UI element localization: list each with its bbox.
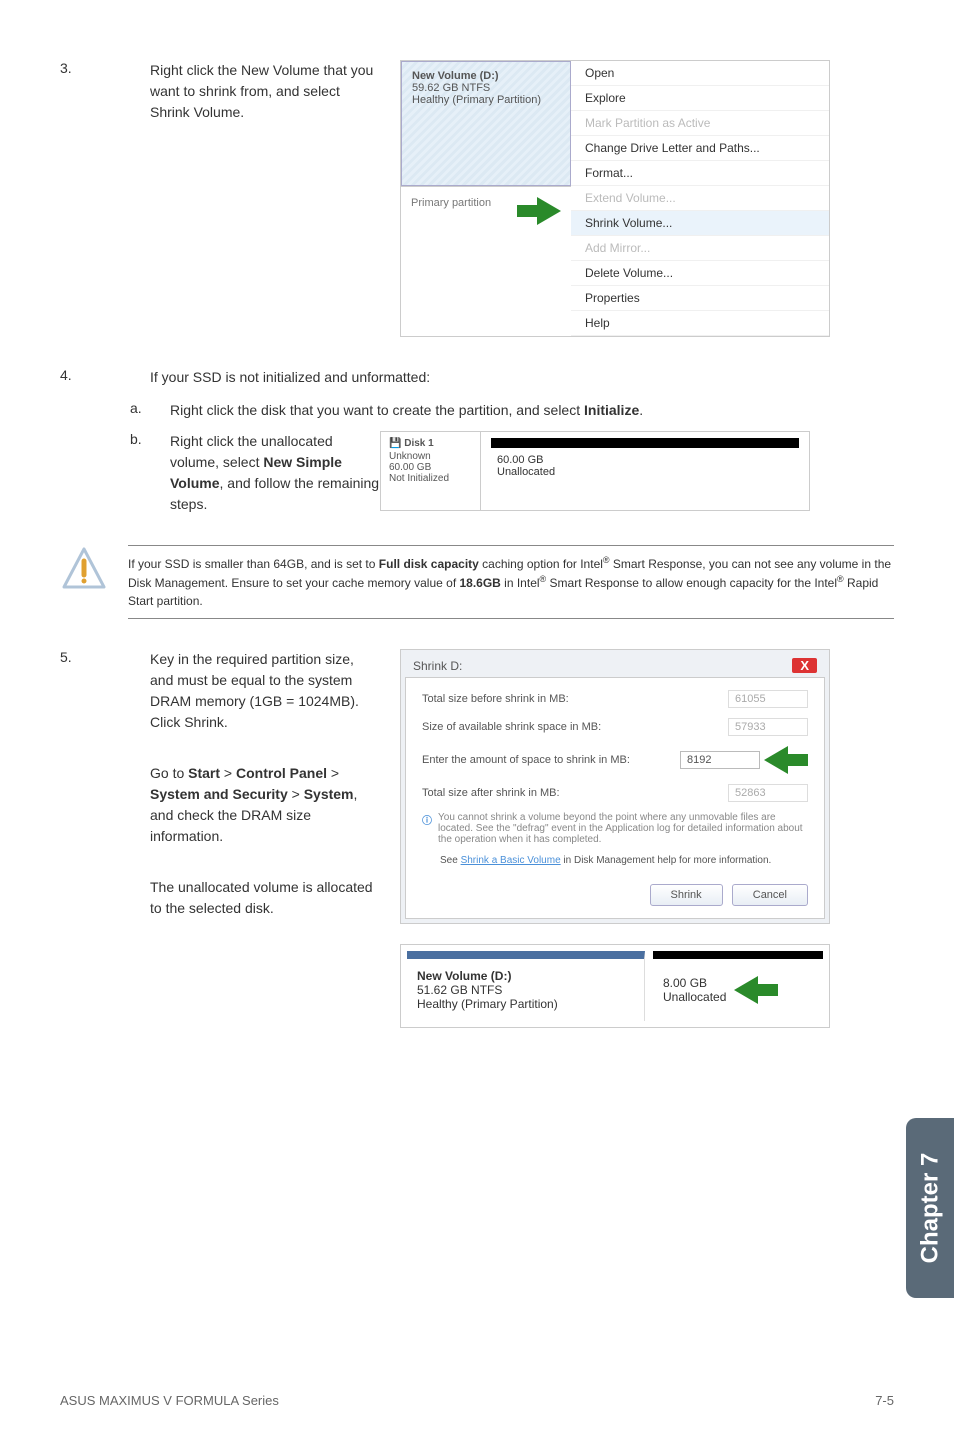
disk-info-panel: 💾 Disk 1 Unknown 60.00 GB Not Initialize… <box>381 432 481 510</box>
step-4b-text: Right click the unallocated volume, sele… <box>170 431 380 515</box>
green-arrow-left-icon <box>734 976 778 1004</box>
shrink-info-text: ⓘ You cannot shrink a volume beyond the … <box>422 812 808 845</box>
green-arrow-left-icon <box>764 746 808 774</box>
shrink-row-available: Size of available shrink space in MB: 57… <box>422 718 808 736</box>
volume-size: 59.62 GB NTFS <box>412 82 560 94</box>
close-icon[interactable]: X <box>792 658 817 673</box>
menu-delete[interactable]: Delete Volume... <box>571 261 829 286</box>
shrink-help-link-line: See Shrink a Basic Volume in Disk Manage… <box>440 855 808 866</box>
step-4a-letter: a. <box>130 400 170 421</box>
step-5-goto: Go to Start > Control Panel > System and… <box>150 763 380 847</box>
step-4a-text: Right click the disk that you want to cr… <box>170 400 643 421</box>
menu-extend: Extend Volume... <box>571 186 829 211</box>
volume-title: New Volume (D:) <box>412 70 560 82</box>
menu-mark-active: Mark Partition as Active <box>571 111 829 136</box>
shrink-amount-input[interactable]: 8192 <box>680 751 760 769</box>
context-menu-bottom: Extend Volume... Shrink Volume... Add Mi… <box>571 186 829 336</box>
volume-status: Healthy (Primary Partition) <box>412 94 560 106</box>
step-4-text: If your SSD is not initialized and unfor… <box>150 367 430 388</box>
result-partition-screenshot: New Volume (D:) 51.62 GB NTFS Healthy (P… <box>400 944 830 1028</box>
shrink-dialog-titlebar: Shrink D: X <box>405 654 825 677</box>
shrink-dialog-screenshot: Shrink D: X Total size before shrink in … <box>400 649 830 924</box>
footer-page-number: 7-5 <box>875 1393 894 1408</box>
menu-properties[interactable]: Properties <box>571 286 829 311</box>
step-5-number: 5. <box>60 649 100 1028</box>
shrink-button[interactable]: Shrink <box>650 884 723 906</box>
result-unallocated-panel: 8.00 GB Unallocated <box>653 951 823 1021</box>
footer-product: ASUS MAXIMUS V FORMULA Series <box>60 1393 279 1408</box>
shrink-row-total-before: Total size before shrink in MB: 61055 <box>422 690 808 708</box>
disk-icon: 💾 Disk 1 <box>389 438 472 449</box>
step-5-unalloc: The unallocated volume is allocated to t… <box>150 877 380 919</box>
step-5-text: Key in the required partition size, and … <box>150 649 380 733</box>
selected-volume-box: New Volume (D:) 59.62 GB NTFS Healthy (P… <box>401 61 571 186</box>
step-3-number: 3. <box>60 60 100 337</box>
primary-partition-label: Primary partition <box>401 186 571 336</box>
green-arrow-right-icon <box>517 197 561 225</box>
unallocated-panel: 60.00 GB Unallocated <box>491 438 799 504</box>
shrink-row-input: Enter the amount of space to shrink in M… <box>422 746 808 774</box>
step-3-text: Right click the New Volume that you want… <box>150 60 380 337</box>
context-menu: Open Explore Mark Partition as Active Ch… <box>571 61 829 186</box>
menu-help[interactable]: Help <box>571 311 829 336</box>
menu-shrink[interactable]: Shrink Volume... <box>571 211 829 236</box>
chapter-tab: Chapter 7 <box>906 1118 954 1298</box>
cancel-button[interactable]: Cancel <box>732 884 808 906</box>
step-4-number: 4. <box>60 367 100 388</box>
caution-icon <box>60 545 108 596</box>
info-icon: ⓘ <box>422 812 432 845</box>
caution-note: If your SSD is smaller than 64GB, and is… <box>60 545 894 619</box>
shrink-row-total-after: Total size after shrink in MB: 52863 <box>422 784 808 802</box>
menu-open[interactable]: Open <box>571 61 829 86</box>
menu-add-mirror: Add Mirror... <box>571 236 829 261</box>
caution-text: If your SSD is smaller than 64GB, and is… <box>128 545 894 619</box>
menu-explore[interactable]: Explore <box>571 86 829 111</box>
shrink-help-link[interactable]: Shrink a Basic Volume <box>461 855 561 866</box>
step-4b-letter: b. <box>130 431 170 515</box>
disk-mgmt-screenshot: 💾 Disk 1 Unknown 60.00 GB Not Initialize… <box>380 431 810 511</box>
page-footer: ASUS MAXIMUS V FORMULA Series 7-5 <box>60 1393 894 1408</box>
menu-change-letter[interactable]: Change Drive Letter and Paths... <box>571 136 829 161</box>
context-menu-screenshot: New Volume (D:) 59.62 GB NTFS Healthy (P… <box>400 60 830 337</box>
menu-format[interactable]: Format... <box>571 161 829 186</box>
result-volume-panel: New Volume (D:) 51.62 GB NTFS Healthy (P… <box>407 951 645 1021</box>
